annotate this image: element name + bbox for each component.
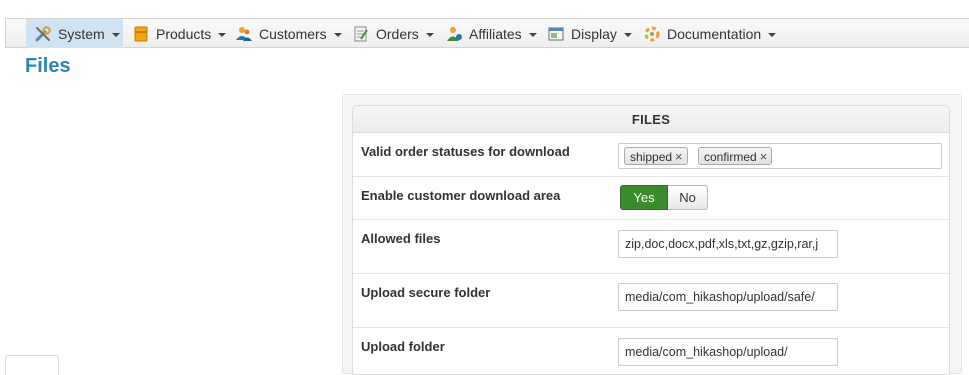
chevron-down-icon bbox=[218, 32, 227, 37]
upload-secure-folder-label: Upload secure folder bbox=[361, 285, 491, 300]
status-tag-label: confirmed bbox=[704, 150, 757, 164]
menu-documentation-label: Documentation bbox=[667, 25, 762, 42]
documentation-icon bbox=[643, 25, 661, 43]
page-title: Files bbox=[25, 55, 71, 77]
menu-orders-label: Orders bbox=[376, 25, 419, 42]
menu-system[interactable]: System bbox=[26, 19, 123, 48]
orders-icon bbox=[352, 25, 370, 43]
menu-customers[interactable]: Customers bbox=[227, 19, 342, 48]
fieldset-header: FILES bbox=[353, 106, 949, 133]
no-button[interactable]: No bbox=[668, 185, 708, 210]
menu-affiliates[interactable]: Affiliates bbox=[437, 19, 537, 48]
bottom-tab-stub bbox=[5, 355, 59, 375]
box-icon bbox=[132, 25, 150, 43]
affiliates-icon bbox=[445, 25, 463, 43]
upload-folder-label: Upload folder bbox=[361, 339, 445, 354]
status-tag-shipped: shipped × bbox=[624, 147, 688, 165]
display-icon bbox=[547, 25, 565, 43]
menu-orders[interactable]: Orders bbox=[344, 19, 434, 48]
menu-documentation[interactable]: Documentation bbox=[635, 19, 777, 48]
files-fieldset: FILES Valid order statuses for download … bbox=[352, 105, 950, 375]
menu-customers-label: Customers bbox=[259, 25, 327, 42]
allowed-files-input[interactable]: zip,doc,docx,pdf,xls,txt,gz,gzip,rar,j bbox=[618, 230, 838, 258]
main-menu-bar: System Products Customers Orders Affilia… bbox=[5, 18, 969, 48]
row-customer-download-area: Enable customer download area Yes No bbox=[353, 177, 949, 220]
menu-system-label: System bbox=[58, 25, 105, 42]
chevron-down-icon bbox=[333, 32, 342, 37]
customer-download-area-label: Enable customer download area bbox=[361, 188, 561, 203]
customer-download-area-toggle: Yes No bbox=[620, 185, 708, 210]
order-statuses-label: Valid order statuses for download bbox=[361, 144, 570, 159]
chevron-down-icon bbox=[528, 32, 537, 37]
menu-display-label: Display bbox=[571, 25, 617, 42]
customers-icon bbox=[235, 25, 253, 43]
chevron-down-icon bbox=[111, 32, 120, 37]
chevron-down-icon bbox=[623, 32, 632, 37]
menu-affiliates-label: Affiliates bbox=[469, 25, 522, 42]
order-statuses-input[interactable]: shipped × confirmed × bbox=[618, 143, 942, 169]
menu-display[interactable]: Display bbox=[539, 19, 632, 48]
upload-folder-input[interactable]: media/com_hikashop/upload/ bbox=[618, 338, 838, 366]
status-tag-label: shipped bbox=[630, 150, 673, 164]
remove-tag-icon[interactable]: × bbox=[675, 149, 683, 164]
chevron-down-icon bbox=[425, 32, 434, 37]
menu-products[interactable]: Products bbox=[124, 19, 227, 48]
yes-button[interactable]: Yes bbox=[620, 185, 668, 210]
allowed-files-label: Allowed files bbox=[361, 231, 441, 246]
tools-icon bbox=[34, 25, 52, 43]
chevron-down-icon bbox=[768, 32, 777, 37]
status-tag-confirmed: confirmed × bbox=[698, 147, 773, 165]
upload-secure-folder-input[interactable]: media/com_hikashop/upload/safe/ bbox=[618, 283, 838, 311]
menu-products-label: Products bbox=[156, 25, 212, 42]
remove-tag-icon[interactable]: × bbox=[760, 149, 768, 164]
